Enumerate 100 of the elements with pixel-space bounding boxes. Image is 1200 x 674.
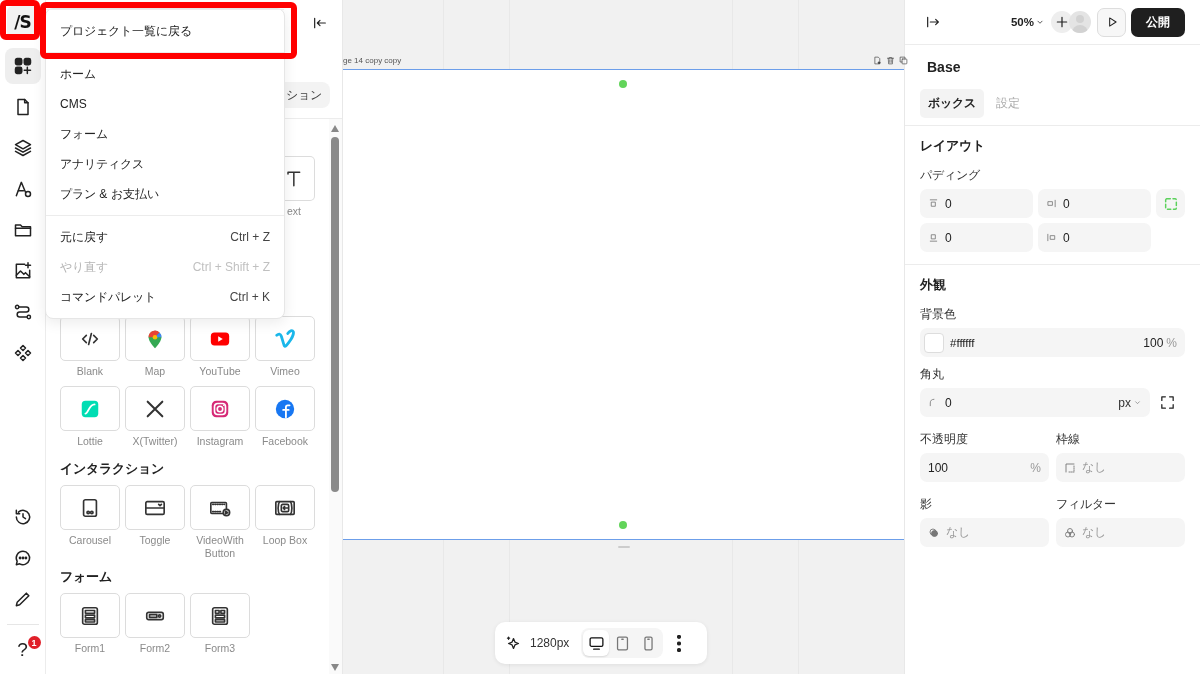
- brand-logo-icon: [274, 327, 296, 350]
- field-label: 不透明度: [920, 431, 969, 448]
- tab[interactable]: ボックス: [920, 89, 984, 118]
- menu-item[interactable]: コマンドパレット Ctrl + K: [46, 282, 284, 312]
- padding-field[interactable]: 0: [920, 223, 1033, 252]
- desktop-icon: [587, 634, 605, 652]
- color-swatch[interactable]: [924, 332, 944, 353]
- sidebar-item[interactable]: [4, 48, 41, 84]
- dashed-square-icon: [1162, 195, 1179, 212]
- menu-item[interactable]: 元に戻す Ctrl + Z: [46, 222, 284, 252]
- padding-field[interactable]: 0: [920, 189, 1033, 218]
- field-label: 角丸: [920, 366, 945, 383]
- menu-item[interactable]: ホーム: [46, 59, 284, 89]
- component-tile[interactable]: [125, 316, 185, 361]
- component-tile[interactable]: [60, 316, 120, 361]
- field-label: 枠線: [1056, 431, 1081, 448]
- form-icon: [79, 604, 101, 627]
- section-heading: フォーム: [60, 569, 113, 585]
- more-icon: [677, 634, 682, 652]
- component-tile[interactable]: [60, 485, 120, 530]
- add-button[interactable]: [1051, 11, 1073, 33]
- avatar: [1069, 11, 1091, 33]
- padding-field[interactable]: 0: [1038, 189, 1151, 218]
- component-tile[interactable]: [190, 386, 250, 431]
- tile-label: Loop Box: [261, 534, 309, 547]
- segmented-tab[interactable]: ション: [284, 82, 330, 108]
- tile-label: Instagram: [195, 435, 245, 448]
- component-tile[interactable]: [255, 386, 315, 431]
- drag-handle[interactable]: [617, 546, 630, 548]
- radius-field[interactable]: 0 px: [920, 388, 1150, 417]
- component-tile[interactable]: [283, 156, 315, 201]
- component-tile[interactable]: [125, 593, 185, 638]
- unit-dropdown[interactable]: px: [1118, 395, 1142, 410]
- padding-left-icon: [1046, 232, 1057, 243]
- tile-label: Map: [143, 365, 167, 378]
- filter-icon: [1064, 526, 1076, 539]
- field-value: #ffffff: [950, 336, 975, 349]
- field-value: なし: [1082, 524, 1106, 541]
- device-button[interactable]: [583, 630, 610, 656]
- expand-corners-icon[interactable]: [1159, 394, 1176, 411]
- components-icon: [12, 56, 33, 76]
- menu-item[interactable]: アナリティクス: [46, 149, 284, 179]
- chat-icon: [12, 548, 33, 568]
- field-label: 影: [920, 496, 933, 513]
- tile-label: Form3: [203, 642, 237, 655]
- shadow-icon: [928, 526, 940, 539]
- component-tile[interactable]: [60, 593, 120, 638]
- color-field[interactable]: #ffffff 100 %: [920, 328, 1185, 357]
- component-tile[interactable]: [190, 593, 250, 638]
- section-heading: インタラクション: [60, 461, 165, 477]
- tile-label: Lottie: [76, 435, 104, 448]
- component-tile[interactable]: [125, 485, 185, 530]
- component-tile[interactable]: [190, 485, 250, 530]
- shortcut-text: Ctrl + K: [229, 290, 270, 304]
- expand-panel-icon[interactable]: [925, 14, 941, 30]
- element-title: Base: [926, 58, 962, 75]
- shortcut-text: Ctrl + Z: [230, 230, 270, 244]
- padding-field[interactable]: 0: [1038, 223, 1151, 252]
- zoom-dropdown[interactable]: 50%: [1010, 16, 1045, 28]
- opacity-field[interactable]: 100 %: [920, 453, 1049, 482]
- field-value: 100: [1143, 335, 1164, 350]
- collapse-panel-icon[interactable]: [312, 15, 328, 31]
- publish-button[interactable]: 公開: [1131, 7, 1185, 37]
- form-icon: [209, 604, 231, 627]
- component-tile[interactable]: [125, 386, 185, 431]
- component-tile[interactable]: [255, 316, 315, 361]
- shortcut-text: Ctrl + Shift + Z: [192, 260, 270, 274]
- scrollbar[interactable]: [329, 119, 342, 674]
- trash-icon[interactable]: [886, 56, 895, 65]
- frame-label: ge 14 copy copy: [343, 56, 402, 65]
- flow-icon: [12, 302, 33, 322]
- padding-right-icon: [1046, 198, 1057, 209]
- field-label: 背景色: [920, 306, 957, 323]
- menu-item[interactable]: CMS: [46, 89, 284, 119]
- resize-handle[interactable]: [619, 521, 627, 529]
- tile-label: YouTube: [198, 365, 242, 378]
- field-value: 0: [1063, 230, 1070, 245]
- menu-item[interactable]: プラン & お支払い: [46, 179, 284, 209]
- tile-label: Blank: [75, 365, 105, 378]
- tile-label: VideoWith Button: [195, 534, 245, 560]
- component-tile[interactable]: [190, 316, 250, 361]
- tile-label: Vimeo: [269, 365, 301, 378]
- copy-icon[interactable]: [899, 56, 908, 65]
- field-value: 0: [945, 395, 952, 410]
- more-button[interactable]: [677, 634, 682, 652]
- menu-item[interactable]: フォーム: [46, 119, 284, 149]
- component-tile[interactable]: [255, 485, 315, 530]
- component-tile[interactable]: [60, 386, 120, 431]
- plus-icon: [1054, 14, 1070, 30]
- tile-label: Carousel: [68, 534, 112, 547]
- preview-button[interactable]: [1097, 7, 1126, 37]
- field-label: パディング: [920, 167, 981, 184]
- resize-handle[interactable]: [619, 80, 627, 88]
- file-icon[interactable]: [873, 56, 882, 65]
- sparkle-icon[interactable]: [505, 634, 522, 652]
- tile-label: ext: [287, 205, 302, 218]
- menu-item[interactable]: プロジェクト一覧に戻る: [46, 16, 284, 46]
- tile-label: Form2: [138, 642, 172, 655]
- tile-label: Form1: [73, 642, 107, 655]
- field-value: 0: [945, 196, 952, 211]
